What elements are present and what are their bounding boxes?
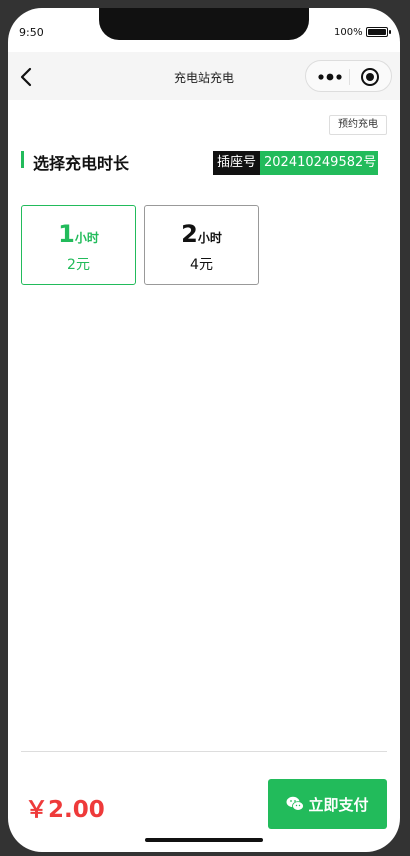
duration-price: 2元	[67, 257, 90, 273]
duration-price: 4元	[190, 257, 213, 273]
more-button[interactable]	[316, 69, 346, 85]
total-price: ￥2.00	[25, 797, 105, 823]
more-dots-icon	[318, 73, 342, 81]
home-indicator	[145, 838, 263, 842]
mini-program-capsule	[305, 60, 392, 92]
phone-screen: 9:50 100% 充电站充电 预约充电 选择充电时长 插座号 20241024…	[8, 8, 400, 852]
duration-value: 1	[58, 220, 75, 248]
duration-unit: 小时	[197, 231, 222, 245]
section-title: 选择充电时长	[33, 154, 130, 173]
socket-number: 202410249582号	[260, 151, 379, 175]
notch	[99, 8, 309, 40]
battery-percent: 100%	[334, 27, 363, 38]
status-time: 9:50	[19, 26, 44, 39]
close-miniprogram-icon[interactable]	[361, 68, 379, 86]
duration-option-1h[interactable]: 1小时 2元	[21, 205, 136, 285]
socket-tag: 插座号 202410249582号	[213, 151, 379, 175]
duration-unit: 小时	[74, 231, 99, 245]
section-accent-bar	[21, 151, 24, 168]
pay-now-label: 立即支付	[308, 795, 369, 814]
pay-now-button[interactable]: 立即支付	[268, 779, 387, 829]
duration-value: 2	[181, 220, 198, 248]
footer-divider	[21, 751, 387, 752]
capsule-divider	[349, 69, 350, 85]
battery-icon	[366, 27, 391, 37]
socket-label: 插座号	[213, 151, 261, 175]
duration-option-2h[interactable]: 2小时 4元	[144, 205, 259, 285]
wechat-icon	[286, 796, 305, 811]
reserve-charge-button[interactable]: 预约充电	[329, 115, 387, 135]
navbar: 充电站充电	[8, 52, 400, 100]
